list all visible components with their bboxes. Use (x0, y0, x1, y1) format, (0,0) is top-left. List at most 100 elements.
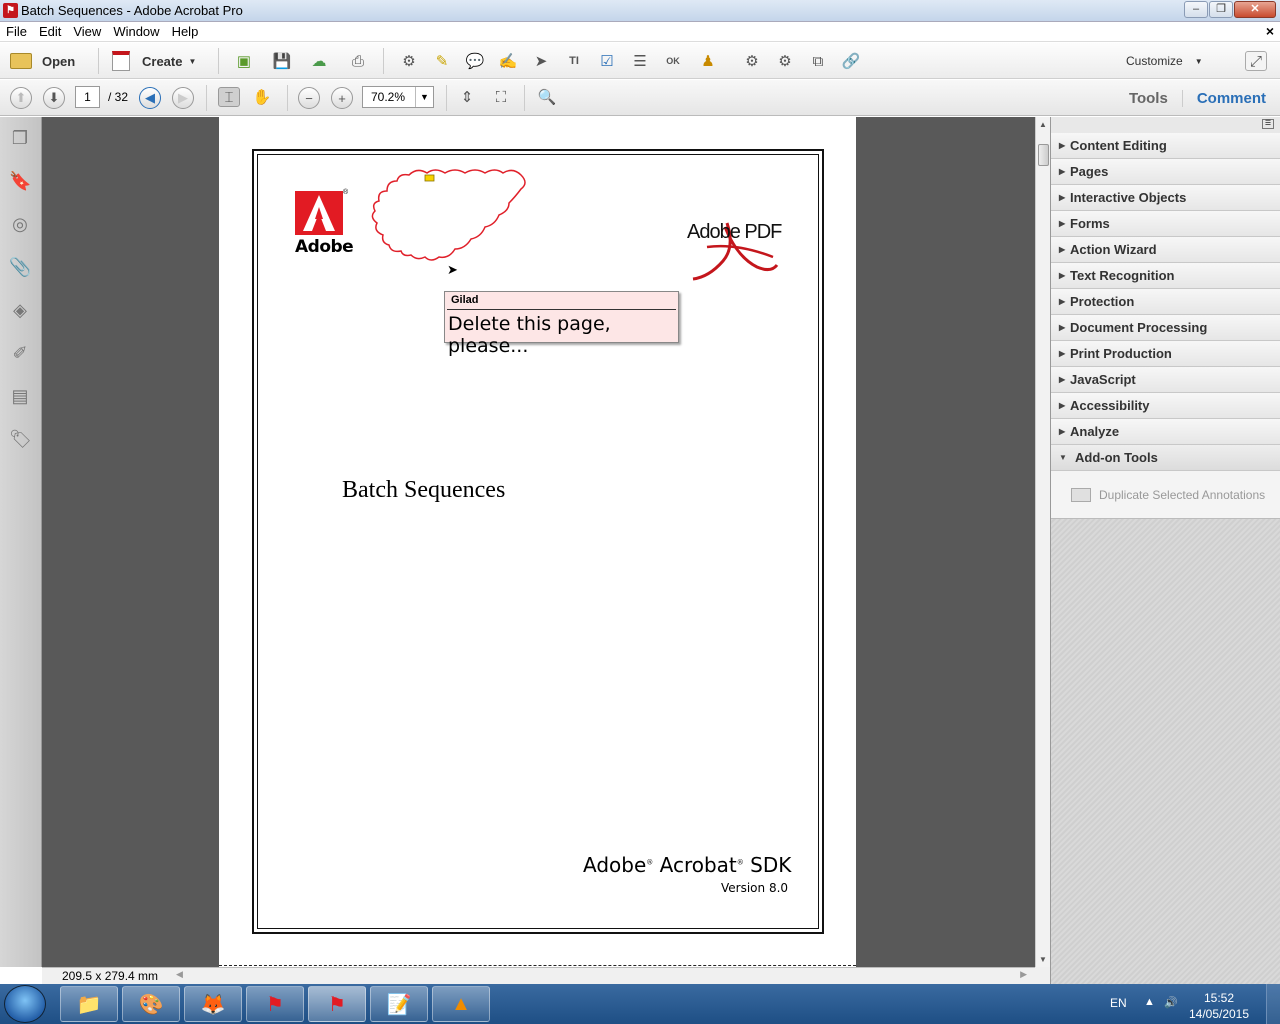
scroll-left-icon[interactable]: ◀ (176, 969, 183, 980)
scroll-up-icon[interactable]: ▲ (1036, 117, 1050, 132)
fit-page-icon[interactable]: ⇕ (456, 87, 478, 107)
panel-item-content-editing[interactable]: ▶ Content Editing (1051, 133, 1280, 159)
maximize-button[interactable]: ❐ (1209, 1, 1233, 18)
hand-tool-icon[interactable]: ✋ (251, 87, 273, 107)
vlc-taskbar-icon[interactable]: ▲ (432, 986, 490, 1022)
close-button[interactable]: ✕ (1234, 1, 1276, 18)
save-icon[interactable]: 💾 (271, 51, 293, 71)
document-settings-icon[interactable]: ⚙ (774, 51, 796, 71)
menu-file[interactable]: File (0, 22, 33, 39)
fit-width-icon[interactable]: ⛶ (490, 87, 512, 107)
start-button[interactable] (4, 985, 46, 1023)
stamp-icon[interactable]: ♟ (697, 51, 719, 71)
document-view[interactable]: Adobe ® ➤ Gilad Delete this page, please… (42, 117, 1035, 967)
panel-item-print-production[interactable]: ▶ Print Production (1051, 341, 1280, 367)
previous-page-icon[interactable]: ⬆ (10, 87, 32, 109)
layers-icon[interactable]: ◈ (9, 299, 31, 321)
text-field-icon[interactable]: TI (563, 51, 585, 71)
previous-view-icon[interactable]: ◀ (139, 87, 161, 109)
toolbar-separator (287, 85, 288, 111)
next-view-icon[interactable]: ▶ (172, 87, 194, 109)
panel-item-interactive-objects[interactable]: ▶ Interactive Objects (1051, 185, 1280, 211)
panel-options-icon[interactable]: ☰ (1262, 119, 1274, 129)
next-page-icon[interactable]: ⬇ (43, 87, 65, 109)
create-button[interactable]: Create ▼ (112, 49, 196, 73)
panel-item-add-on-tools[interactable]: ▼ Add-on Tools (1051, 445, 1280, 471)
panel-item-document-processing[interactable]: ▶ Document Processing (1051, 315, 1280, 341)
page-total: / 32 (108, 90, 129, 104)
menu-help[interactable]: Help (166, 22, 205, 39)
document-close-button[interactable]: × (1266, 23, 1274, 39)
select-tool-icon[interactable]: ⌶ (218, 87, 240, 107)
adobe-wordmark: Adobe (295, 237, 354, 257)
scroll-down-icon[interactable]: ▼ (1036, 952, 1050, 967)
link-icon[interactable]: 🔗 (840, 51, 862, 71)
sdk-title: Adobe® Acrobat® SDK (583, 853, 792, 877)
open-folder-icon[interactable]: ▣ (233, 51, 255, 71)
panel-item-javascript[interactable]: ▶ JavaScript (1051, 367, 1280, 393)
chevron-right-icon: ▶ (1059, 323, 1066, 332)
bookmarks-icon[interactable]: 🔖 (9, 170, 31, 192)
show-desktop-button[interactable] (1266, 984, 1280, 1024)
compare-icon[interactable]: ⧉ (807, 51, 829, 71)
list-box-icon[interactable]: ☰ (629, 51, 651, 71)
highlight-icon[interactable]: ✎ (431, 51, 453, 71)
tab-comment[interactable]: Comment (1181, 89, 1280, 107)
panel-item-accessibility[interactable]: ▶ Accessibility (1051, 393, 1280, 419)
language-indicator[interactable]: EN (1110, 996, 1127, 1010)
menu-edit[interactable]: Edit (33, 22, 67, 39)
attachments-icon[interactable]: 📎 (9, 256, 31, 278)
content-icon[interactable]: ✐ (9, 342, 31, 364)
duplicate-annotations-tool[interactable]: Duplicate Selected Annotations (1051, 471, 1280, 519)
panel-item-forms[interactable]: ▶ Forms (1051, 211, 1280, 237)
minimize-button[interactable]: – (1184, 1, 1208, 18)
scrollbar-thumb[interactable] (1038, 144, 1049, 166)
ok-button-icon[interactable]: OK (662, 51, 684, 71)
scrollbar-corner (1035, 967, 1050, 984)
notepad-taskbar-icon[interactable]: 📝 (370, 986, 428, 1022)
upload-cloud-icon[interactable]: ☁ (308, 51, 330, 71)
tray-expand-icon[interactable]: ▲ (1144, 996, 1155, 1008)
comment-popup[interactable]: Gilad Delete this page, please... (444, 291, 679, 357)
expand-icon[interactable]: ⤢ (1245, 51, 1267, 71)
acrobat-taskbar-icon[interactable]: ⚑ (246, 986, 304, 1022)
acrobat-active-taskbar-icon[interactable]: ⚑ (308, 986, 366, 1022)
customize-button[interactable]: Customize ▼ (1126, 49, 1203, 73)
zoom-in-icon[interactable]: + (331, 87, 353, 109)
zoom-level-field[interactable]: 70.2% ▼ (362, 86, 434, 108)
comment-bubble-icon[interactable]: 💬 (464, 51, 486, 71)
paint-taskbar-icon[interactable]: 🎨 (122, 986, 180, 1022)
firefox-taskbar-icon[interactable]: 🦊 (184, 986, 242, 1022)
settings-gear-icon[interactable]: ⚙ (398, 51, 420, 71)
open-button[interactable]: Open (10, 49, 75, 73)
comment-note-icon[interactable] (424, 174, 435, 182)
scroll-right-icon[interactable]: ▶ (1020, 969, 1027, 980)
page-number-input[interactable]: 1 (75, 86, 100, 108)
clock[interactable]: 15:52 14/05/2015 (1184, 990, 1254, 1022)
batch-action-icon[interactable]: ⚙ (741, 51, 763, 71)
zoom-out-icon[interactable]: − (298, 87, 320, 109)
panel-item-text-recognition[interactable]: ▶ Text Recognition (1051, 263, 1280, 289)
menu-view[interactable]: View (67, 22, 107, 39)
print-icon[interactable]: ⎙ (347, 51, 369, 71)
chevron-down-icon[interactable]: ▼ (415, 87, 433, 107)
explorer-taskbar-icon[interactable]: 📁 (60, 986, 118, 1022)
panel-item-protection[interactable]: ▶ Protection (1051, 289, 1280, 315)
tab-tools[interactable]: Tools (1115, 90, 1182, 107)
panel-item-analyze[interactable]: ▶ Analyze (1051, 419, 1280, 445)
vertical-scrollbar[interactable]: ▲ ▼ (1035, 117, 1050, 967)
panel-item-action-wizard[interactable]: ▶ Action Wizard (1051, 237, 1280, 263)
panel-item-pages[interactable]: ▶ Pages (1051, 159, 1280, 185)
select-cursor-icon[interactable]: ➤ (530, 51, 552, 71)
signatures-icon[interactable]: ◎ (9, 213, 31, 235)
create-pdf-icon (112, 51, 130, 71)
volume-icon[interactable]: 🔊 (1164, 996, 1178, 1009)
page-thumbnails-icon[interactable]: ❐ (9, 127, 31, 149)
order-icon[interactable]: ▤ (9, 385, 31, 407)
cloud-annotation[interactable] (369, 167, 529, 262)
search-icon[interactable]: 🔍 (536, 87, 558, 107)
sign-icon[interactable]: ✍ (497, 51, 519, 71)
tags-icon[interactable]: 🏷 (9, 428, 32, 450)
checkbox-icon[interactable]: ☑ (596, 51, 618, 71)
menu-window[interactable]: Window (107, 22, 165, 39)
